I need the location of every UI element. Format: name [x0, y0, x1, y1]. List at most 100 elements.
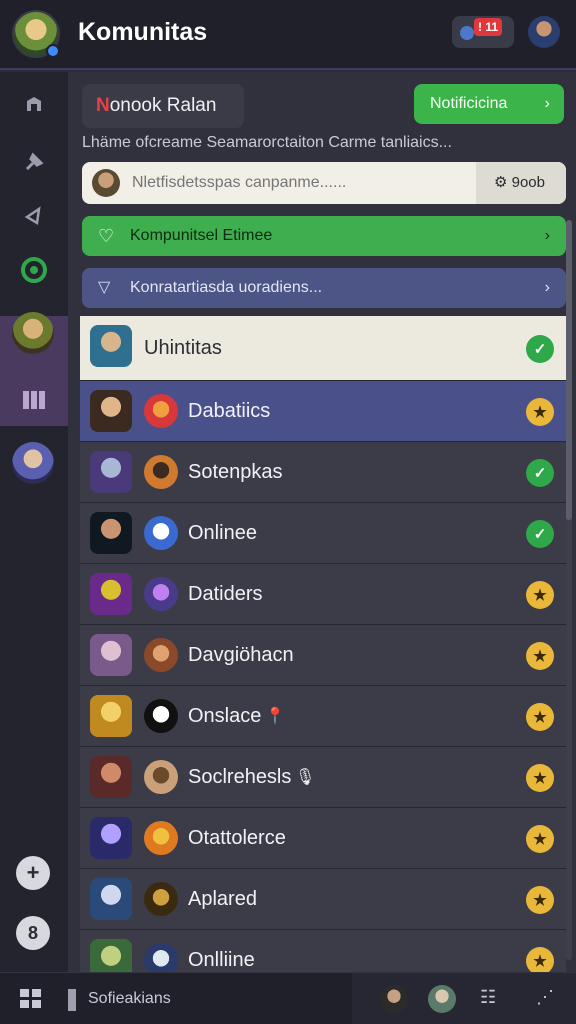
- avatar[interactable]: [90, 634, 132, 676]
- search-filter-button[interactable]: ⚙ 9oob: [476, 162, 566, 204]
- bottom-label[interactable]: Sofieakians: [88, 973, 171, 1024]
- bottom-bar: Sofieakians ☷ ⋰: [0, 972, 576, 1024]
- notifications-pill-button[interactable]: Notificicina ›: [414, 84, 564, 124]
- star-icon: ★: [526, 764, 554, 792]
- avatar[interactable]: [90, 451, 132, 493]
- scrollbar[interactable]: [566, 220, 572, 960]
- server-rail: + 8: [0, 72, 68, 972]
- star-icon: ★: [526, 703, 554, 731]
- list-item[interactable]: Sotenpkas ✓: [80, 442, 566, 503]
- chevron-right-icon: ›: [544, 95, 550, 112]
- list-item-name: Sotenpkas: [188, 461, 283, 483]
- list-item[interactable]: Dabatiics ★: [80, 381, 566, 442]
- star-icon: ★: [526, 947, 554, 972]
- main-panel: Nonook Ralan Notificicina › Lhäme ofcrea…: [68, 72, 576, 972]
- member-list: Uhintitas ✓ Dabatiics ★ Sotenpkas ✓ Onlinee ✓ Da…: [80, 316, 566, 972]
- list-item[interactable]: Onlliine ★: [80, 930, 566, 972]
- divider: [68, 989, 76, 1011]
- list-item[interactable]: Datiders ★: [80, 564, 566, 625]
- server-icon: [144, 760, 178, 794]
- triangle-icon: ▽: [98, 279, 111, 296]
- green-banner-label: Kompunitsel Etimee: [130, 227, 273, 244]
- server-avatar[interactable]: [12, 312, 54, 354]
- section-subtitle: Lhäme ofcreame Seamarorctaiton Carme tan…: [82, 134, 452, 151]
- list-icon[interactable]: ☷: [480, 987, 496, 1008]
- server-icon: [144, 577, 178, 611]
- selector-initial: N: [96, 95, 110, 116]
- avatar[interactable]: [90, 573, 132, 615]
- server-icon: [144, 821, 178, 855]
- star-icon: ★: [526, 581, 554, 609]
- server-icon: [144, 882, 178, 916]
- notifications-pill-label: Notificicina: [430, 95, 508, 112]
- avatar[interactable]: [90, 512, 132, 554]
- server-icon: [144, 394, 178, 428]
- server-icon: [144, 943, 178, 972]
- online-badge: [46, 44, 60, 58]
- profile-avatar[interactable]: [12, 10, 60, 58]
- check-icon: ✓: [526, 459, 554, 487]
- avatar[interactable]: [90, 390, 132, 432]
- user-avatar[interactable]: [528, 16, 560, 48]
- list-item[interactable]: Aplared ★: [80, 869, 566, 930]
- server-icon: [144, 516, 178, 550]
- list-item[interactable]: Davgiöhacn ★: [80, 625, 566, 686]
- search-input[interactable]: [132, 162, 432, 204]
- notification-count: 11: [485, 20, 499, 34]
- list-item[interactable]: Otattolerce ★: [80, 808, 566, 869]
- community-banner-green[interactable]: ♡ Kompunitsel Etimee ›: [82, 216, 566, 256]
- library-icon[interactable]: [14, 380, 54, 420]
- avatar[interactable]: [90, 817, 132, 859]
- list-item-name: Uhintitas: [144, 337, 222, 359]
- selector-label: onook Ralan: [109, 95, 217, 116]
- notification-count-badge: ! 11: [474, 18, 503, 36]
- avatar[interactable]: [428, 985, 456, 1013]
- home-icon[interactable]: [14, 84, 54, 124]
- list-item[interactable]: Onlinee ✓: [80, 503, 566, 564]
- avatar[interactable]: [90, 695, 132, 737]
- plus-icon[interactable]: +: [16, 856, 50, 890]
- status-ring-icon[interactable]: [14, 250, 54, 290]
- server-avatar[interactable]: [12, 442, 54, 484]
- notifications-button[interactable]: ! 11: [452, 16, 514, 48]
- bottom-actions: ☷ ⋰: [352, 973, 576, 1024]
- list-item-name: Soclrehesls: [188, 766, 292, 788]
- star-icon: ★: [526, 642, 554, 670]
- avatar[interactable]: [90, 939, 132, 972]
- search-bar[interactable]: ⚙ 9oob: [82, 162, 566, 204]
- list-item-name: Datiders: [188, 583, 263, 605]
- check-icon: ✓: [526, 520, 554, 548]
- app-header: Komunitas ! 11: [0, 0, 576, 70]
- list-item-name: Onslace: [188, 705, 262, 727]
- search-filter-label: 9oob: [511, 174, 545, 191]
- list-item[interactable]: Onslace 📍 ★: [80, 686, 566, 747]
- list-item-name: Onlinee: [188, 522, 257, 544]
- list-item-name: Aplared: [188, 888, 257, 910]
- server-icon: [144, 699, 178, 733]
- chat-icon: [460, 26, 474, 40]
- more-icon[interactable]: ⋰: [536, 987, 554, 1008]
- community-selector[interactable]: Nonook Ralan: [82, 84, 244, 128]
- page-title: Komunitas: [78, 18, 208, 46]
- community-banner-blue[interactable]: ▽ Konratartiasda uoradiens... ›: [82, 268, 566, 308]
- list-item-name: Onlliine: [188, 949, 255, 971]
- avatar[interactable]: [90, 878, 132, 920]
- avatar[interactable]: [380, 985, 408, 1013]
- list-item[interactable]: Uhintitas ✓: [80, 316, 566, 381]
- star-icon: ★: [526, 886, 554, 914]
- pin-icon[interactable]: [14, 142, 54, 182]
- scrollbar-thumb[interactable]: [566, 220, 572, 520]
- list-item[interactable]: Soclrehesls 🎙 ★: [80, 747, 566, 808]
- server-icon: [144, 638, 178, 672]
- star-icon: ★: [526, 825, 554, 853]
- avatar[interactable]: [90, 325, 132, 367]
- server-icon: [144, 455, 178, 489]
- grid-icon[interactable]: [20, 989, 42, 1009]
- gear-icon: ⚙: [494, 174, 508, 191]
- megaphone-icon[interactable]: [14, 196, 54, 236]
- blue-banner-label: Konratartiasda uoradiens...: [130, 279, 323, 296]
- chevron-right-icon: ›: [544, 279, 550, 296]
- avatar[interactable]: [90, 756, 132, 798]
- list-item-suffix-icon: 📍: [265, 708, 285, 725]
- settings-icon[interactable]: 8: [16, 916, 50, 950]
